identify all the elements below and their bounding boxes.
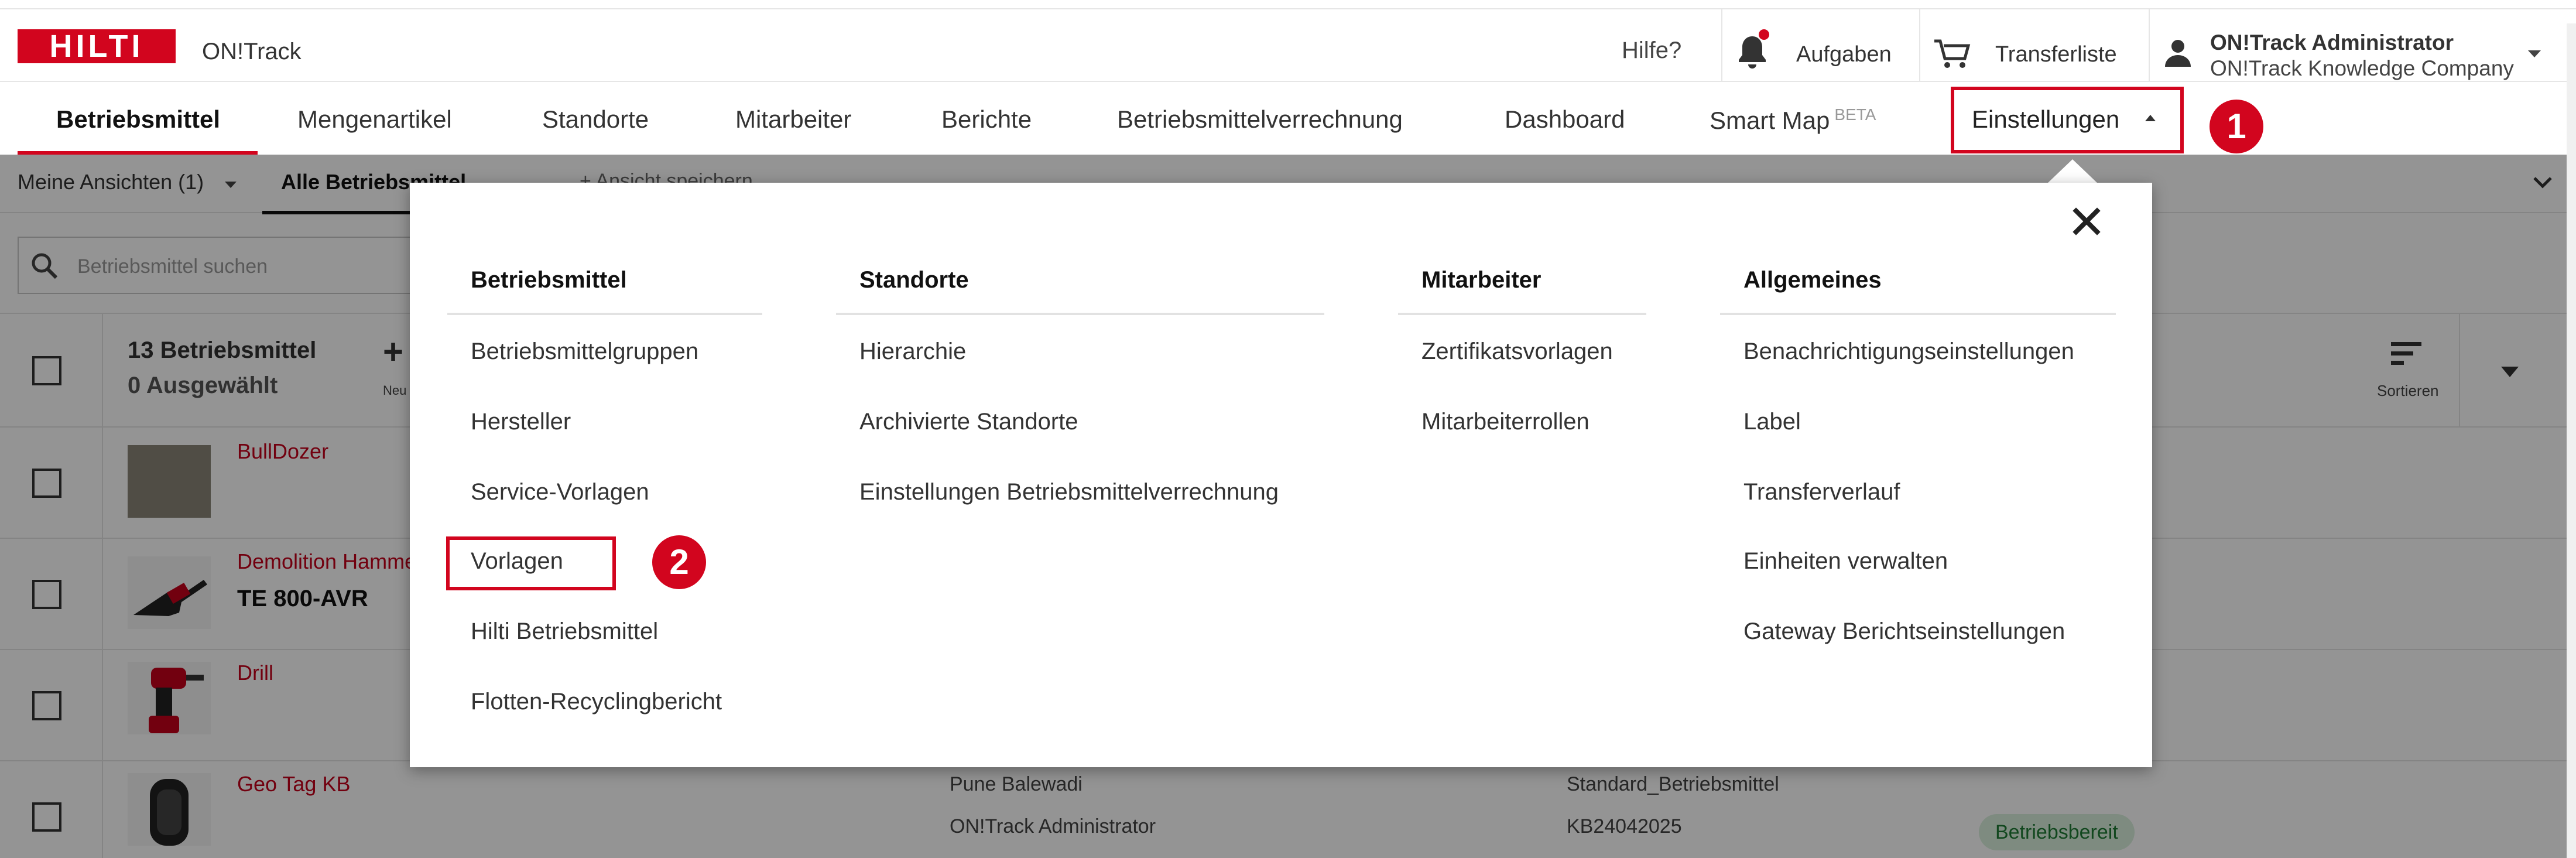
notification-dot bbox=[1759, 29, 1769, 40]
nav-item-mengenartikel[interactable]: Mengenartikel bbox=[297, 105, 452, 134]
beta-label: BETA bbox=[1834, 105, 1876, 124]
divider bbox=[1721, 9, 1722, 82]
nav-item-mitarbeiter[interactable]: Mitarbeiter bbox=[735, 105, 851, 134]
menu-link-hersteller[interactable]: Hersteller bbox=[471, 409, 571, 435]
nav-item-betriebsmittelverrechnung[interactable]: Betriebsmittelverrechnung bbox=[1117, 105, 1403, 134]
menu-pointer bbox=[2047, 159, 2098, 184]
menu-link-archivierte-standorte[interactable]: Archivierte Standorte bbox=[859, 409, 1078, 435]
annotation-badge-1: 1 bbox=[2210, 100, 2263, 153]
menu-link-benachrichtigungseinstellungen[interactable]: Benachrichtigungseinstellungen bbox=[1743, 339, 2074, 365]
menu-link-gateway-berichtseinstellungen[interactable]: Gateway Berichtseinstellungen bbox=[1743, 618, 2065, 645]
hilti-logo[interactable]: HILTI bbox=[18, 29, 176, 63]
divider bbox=[2149, 9, 2150, 82]
settings-menu bbox=[410, 183, 2152, 767]
menu-link-einheiten-verwalten[interactable]: Einheiten verwalten bbox=[1743, 548, 1948, 575]
menu-link-zertifikatsvorlagen[interactable]: Zertifikatsvorlagen bbox=[1421, 339, 1613, 365]
chevron-down-icon[interactable] bbox=[2528, 50, 2541, 57]
divider bbox=[1398, 313, 1646, 315]
annotation-badge-2: 2 bbox=[652, 535, 706, 589]
help-link[interactable]: Hilfe? bbox=[1622, 37, 1681, 64]
chevron-up-icon[interactable] bbox=[2145, 115, 2156, 121]
divider bbox=[447, 313, 762, 315]
smart-map-label: Smart Map bbox=[1710, 107, 1830, 134]
menu-link-hilti-betriebsmittel[interactable]: Hilti Betriebsmittel bbox=[471, 618, 658, 645]
scrollbar[interactable] bbox=[2567, 23, 2576, 858]
user-company: ON!Track Knowledge Company bbox=[2210, 56, 2514, 80]
divider bbox=[836, 313, 1324, 315]
cart-icon[interactable] bbox=[1933, 37, 1971, 70]
top-bar: HILTI ON!Track Hilfe? Aufgaben Transferl… bbox=[0, 8, 2576, 82]
user-icon[interactable] bbox=[2164, 39, 2192, 68]
menu-heading-mitarbeiter: Mitarbeiter bbox=[1421, 267, 1542, 293]
main-nav: Betriebsmittel Mengenartikel Standorte M… bbox=[0, 82, 2576, 155]
nav-item-dashboard[interactable]: Dashboard bbox=[1505, 105, 1625, 134]
annotation-highlight-vorlagen bbox=[446, 536, 616, 590]
menu-link-flotten-recyclingbericht[interactable]: Flotten-Recyclingbericht bbox=[471, 689, 722, 715]
nav-item-betriebsmittel[interactable]: Betriebsmittel bbox=[56, 105, 220, 134]
menu-link-hierarchie[interactable]: Hierarchie bbox=[859, 339, 966, 365]
menu-link-betriebsmittelgruppen[interactable]: Betriebsmittelgruppen bbox=[471, 339, 698, 365]
menu-link-service-vorlagen[interactable]: Service-Vorlagen bbox=[471, 479, 649, 505]
menu-heading-betriebsmittel: Betriebsmittel bbox=[471, 267, 627, 293]
user-name[interactable]: ON!Track Administrator bbox=[2210, 30, 2454, 55]
menu-link-label[interactable]: Label bbox=[1743, 409, 1801, 435]
nav-item-smart-map[interactable]: Smart Map BETA bbox=[1710, 105, 1876, 135]
nav-item-einstellungen[interactable]: Einstellungen bbox=[1972, 105, 2119, 134]
menu-link-transferverlauf[interactable]: Transferverlauf bbox=[1743, 479, 1900, 505]
menu-link-einstellungen-betriebsmittelverrechnung[interactable]: Einstellungen Betriebsmittelverrechnung bbox=[859, 479, 1279, 505]
app-title: ON!Track bbox=[202, 39, 302, 64]
nav-item-standorte[interactable]: Standorte bbox=[542, 105, 649, 134]
close-icon[interactable] bbox=[2069, 204, 2104, 239]
nav-item-berichte[interactable]: Berichte bbox=[941, 105, 1032, 134]
menu-link-mitarbeiterrollen[interactable]: Mitarbeiterrollen bbox=[1421, 409, 1590, 435]
menu-heading-standorte: Standorte bbox=[859, 267, 969, 293]
divider bbox=[1720, 313, 2116, 315]
tasks-link[interactable]: Aufgaben bbox=[1796, 42, 1892, 67]
menu-heading-allgemeines: Allgemeines bbox=[1743, 267, 1882, 293]
divider bbox=[1919, 9, 1920, 82]
transfer-list-link[interactable]: Transferliste bbox=[1995, 42, 2117, 67]
